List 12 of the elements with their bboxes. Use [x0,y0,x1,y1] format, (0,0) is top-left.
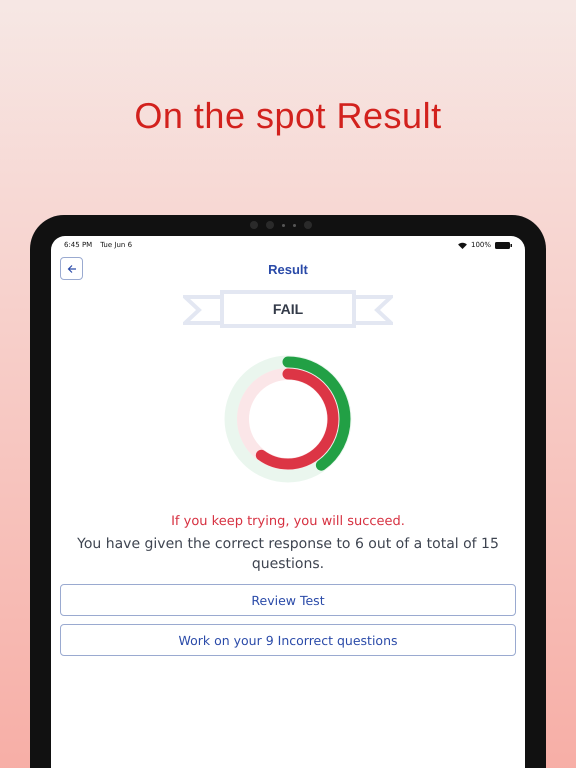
encouragement-message: If you keep trying, you will succeed. [171,514,405,529]
wifi-icon [458,242,467,248]
practice-incorrect-button[interactable]: Work on your 9 Incorrect questions [60,624,516,656]
back-button[interactable] [60,257,83,280]
camera-icon [250,221,312,229]
battery-icon [495,242,512,248]
result-banner: FAIL [220,290,356,328]
score-summary: You have given the correct response to 6 out of a total of 15 questions. [76,535,500,574]
review-test-button[interactable]: Review Test [60,584,516,616]
screen-title: Result [268,262,308,276]
headline: On the spot Result [134,95,442,138]
back-arrow-icon [66,264,76,274]
